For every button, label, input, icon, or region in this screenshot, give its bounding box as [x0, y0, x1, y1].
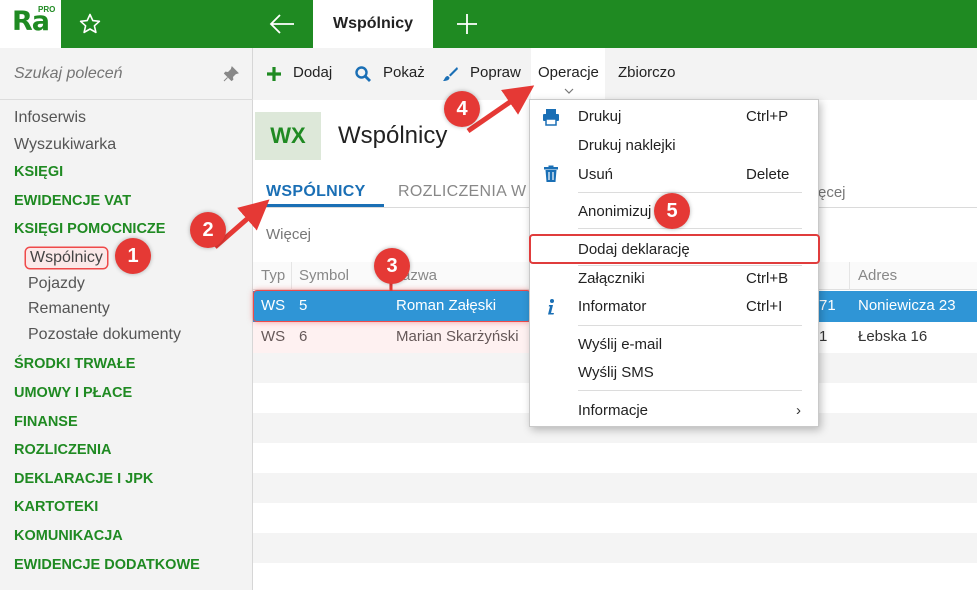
- shortcut-informator: Ctrl+I: [746, 298, 783, 315]
- info-icon: [548, 299, 554, 315]
- back-arrow-icon[interactable]: [268, 12, 296, 36]
- cell-type: WS: [261, 297, 286, 314]
- column-header-address[interactable]: Adres: [858, 267, 897, 284]
- search-input[interactable]: [14, 62, 214, 86]
- annotation-badge-4: 4: [444, 91, 480, 127]
- menu-separator: [578, 228, 802, 229]
- sidebar-section-rozliczenia[interactable]: ROZLICZENIA: [14, 442, 111, 458]
- sidebar-section-finanse[interactable]: FINANSE: [14, 414, 78, 430]
- sidebar-section-deklaracje-i-jpk[interactable]: DEKLARACJE I JPK: [14, 471, 153, 487]
- cell-name: Roman Załęski: [396, 297, 497, 314]
- menu-separator: [578, 192, 802, 193]
- sidebar-item-wyszukiwarka[interactable]: Wyszukiwarka: [14, 136, 116, 154]
- menu-item-print[interactable]: Drukuj: [578, 108, 621, 125]
- menu-item-informator[interactable]: Informator: [578, 298, 646, 315]
- annotation-badge-1: 1: [115, 238, 151, 274]
- cell-address: Łebska 16: [858, 328, 928, 345]
- shortcut-attachments: Ctrl+B: [746, 270, 789, 287]
- operations-button[interactable]: Operacje: [538, 64, 599, 81]
- pin-icon[interactable]: [222, 65, 240, 83]
- active-tab-indicator: [256, 204, 384, 207]
- sidebar-section-umowy-i-place[interactable]: UMOWY I PŁACE: [14, 385, 132, 401]
- star-icon[interactable]: [78, 12, 102, 36]
- menu-separator: [578, 390, 802, 391]
- logo-pro-text: PRO: [38, 5, 56, 14]
- column-separator: [291, 262, 292, 290]
- menu-item-delete[interactable]: Usuń: [578, 166, 613, 183]
- annotation-badge-2: 2: [190, 212, 226, 248]
- trash-icon: [544, 165, 558, 182]
- filter-more-link[interactable]: Więcej: [266, 226, 311, 243]
- sidebar-section-ewidencje-dodatkowe[interactable]: EWIDENCJE DODATKOWE: [14, 557, 200, 573]
- sidebar-section-ewidencje-vat[interactable]: EWIDENCJE VAT: [14, 193, 131, 209]
- sidebar-item-wspolnicy[interactable]: Wspólnicy: [26, 248, 107, 268]
- tab-rozliczenia[interactable]: ROZLICZENIA W: [398, 183, 526, 201]
- empty-row: [253, 533, 977, 563]
- menu-item-print-labels[interactable]: Drukuj naklejki: [578, 137, 676, 154]
- shortcut-delete: Delete: [746, 166, 790, 183]
- empty-row: [253, 443, 977, 473]
- menu-item-attachments[interactable]: Załączniki: [578, 270, 645, 287]
- app-logo[interactable]: Ra PRO: [0, 0, 61, 48]
- column-separator: [849, 262, 850, 290]
- menu-item-send-email[interactable]: Wyślij e-mail: [578, 336, 662, 353]
- search-icon: [355, 66, 371, 82]
- sidebar-section-srodki-trwale[interactable]: ŚRODKI TRWAŁE: [14, 356, 135, 372]
- annotation-badge-5: 5: [654, 193, 690, 229]
- operations-menu: Drukuj Ctrl+P Drukuj naklejki Usuń Delet…: [529, 99, 820, 427]
- module-badge: WX: [255, 112, 321, 160]
- chevron-down-icon: [564, 88, 574, 94]
- chevron-right-icon: ›: [796, 402, 801, 419]
- page-title: Wspólnicy: [338, 122, 448, 149]
- toolbar: Dodaj Pokaż Popraw Operacje Zbiorczo: [253, 48, 977, 100]
- cell-type: WS: [261, 328, 286, 345]
- cell-name: Marian Skarżyński: [396, 328, 519, 345]
- sidebar-item-pozostale-dokumenty[interactable]: Pozostałe dokumenty: [28, 326, 181, 344]
- new-tab-plus-icon[interactable]: [455, 12, 479, 36]
- sidebar-section-ksiegi-pomocnicze[interactable]: KSIĘGI POMOCNICZE: [14, 221, 165, 237]
- cell-code: 71: [819, 297, 836, 314]
- cell-symbol: 5: [299, 297, 308, 314]
- brush-icon: [443, 67, 458, 81]
- sidebar-item-infoserwis[interactable]: Infoserwis: [14, 109, 86, 127]
- add-button[interactable]: Dodaj: [293, 64, 332, 81]
- menu-separator: [578, 325, 802, 326]
- tab-more[interactable]: ęcej: [818, 184, 846, 201]
- sidebar-item-remanenty[interactable]: Remanenty: [28, 300, 110, 318]
- sidebar-item-pojazdy[interactable]: Pojazdy: [28, 275, 85, 293]
- sidebar-section-kartoteki[interactable]: KARTOTEKI: [14, 499, 98, 515]
- top-bar: Ra PRO Wspólnicy: [0, 0, 977, 48]
- sidebar-section-ksiegi[interactable]: KSIĘGI: [14, 164, 63, 180]
- annotation-badge-3: 3: [374, 248, 410, 284]
- add-declaration-annotation-frame: [529, 234, 820, 264]
- empty-row: [253, 563, 977, 590]
- sidebar-section-komunikacja[interactable]: KOMUNIKACJA: [14, 528, 123, 544]
- tab-wspolnicy-list[interactable]: WSPÓLNICY: [266, 183, 366, 201]
- cell-address: Noniewicza 23: [858, 297, 956, 314]
- shortcut-print: Ctrl+P: [746, 108, 789, 125]
- menu-item-send-sms[interactable]: Wyślij SMS: [578, 364, 654, 381]
- column-header-type[interactable]: Typ: [261, 267, 285, 284]
- column-header-symbol[interactable]: Symbol: [299, 267, 349, 284]
- cell-symbol: 6: [299, 328, 308, 345]
- printer-icon: [543, 109, 559, 126]
- plus-icon: [267, 67, 281, 81]
- edit-button[interactable]: Popraw: [470, 64, 521, 81]
- menu-item-anonymize[interactable]: Anonimizuj: [578, 203, 651, 220]
- summary-button[interactable]: Zbiorczo: [618, 64, 676, 81]
- show-button[interactable]: Pokaż: [383, 64, 425, 81]
- empty-row: [253, 473, 977, 503]
- menu-item-information[interactable]: Informacje: [578, 402, 648, 419]
- empty-row: [253, 503, 977, 533]
- menu-separator: [578, 265, 802, 266]
- cell-code: 1: [819, 328, 828, 345]
- command-search: [0, 48, 253, 100]
- tab-wspolnicy[interactable]: Wspólnicy: [313, 0, 433, 48]
